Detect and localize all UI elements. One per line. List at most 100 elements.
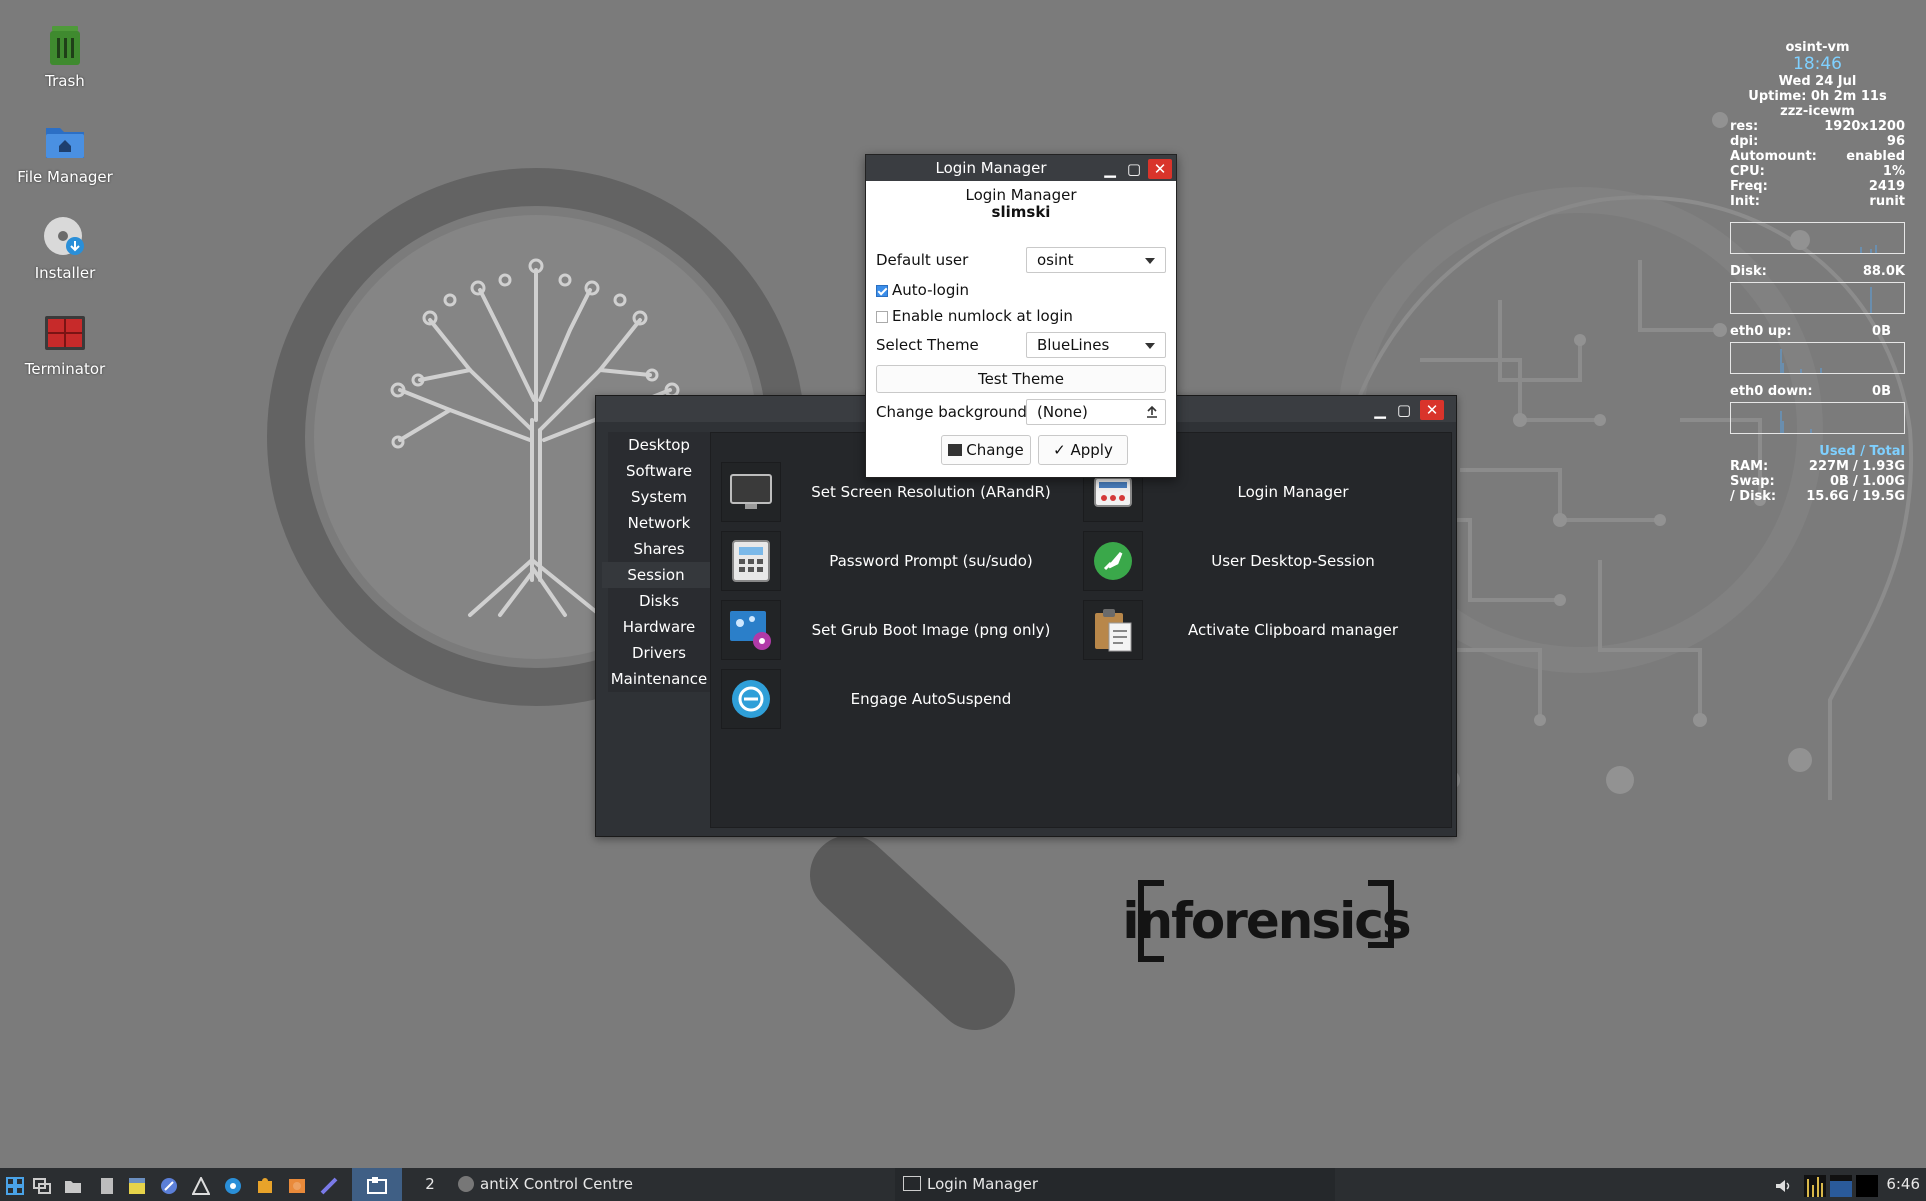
browser-icon[interactable] — [160, 1177, 178, 1195]
sidebar-item-disks[interactable]: Disks — [608, 588, 710, 614]
item-password-prompt[interactable]: Password Prompt (su/sudo) — [721, 530, 1081, 592]
conky-stat: Init: runit — [1730, 194, 1905, 209]
theme-row: Select Theme BlueLines — [876, 332, 1166, 358]
image-viewer-icon[interactable] — [288, 1177, 306, 1195]
autologin-checkbox[interactable]: Auto-login — [876, 281, 1166, 299]
desktop-icon-installer[interactable]: Installer — [8, 214, 122, 282]
chevron-down-icon — [1145, 258, 1155, 264]
conky-wm: zzz-icewm — [1780, 104, 1855, 119]
login-manager-dialog: Login Manager ▁ ▢ ✕ Login Manager slimsk… — [865, 154, 1177, 478]
clipboard-icon — [1083, 600, 1143, 660]
numlock-checkbox[interactable]: Enable numlock at login — [876, 307, 1166, 325]
eth-down-graph — [1730, 402, 1905, 434]
desktop-icon-terminator[interactable]: Terminator — [8, 310, 122, 378]
checkbox-checked-icon[interactable] — [876, 285, 888, 297]
conky-time: 18:46 — [1793, 54, 1842, 74]
sidebar-item-network[interactable]: Network — [608, 510, 710, 536]
item-user-desktop-session[interactable]: User Desktop-Session — [1083, 530, 1443, 592]
background-file-chooser[interactable]: (None) — [1026, 399, 1166, 425]
dialog-title: Login Manager — [935, 159, 1047, 177]
suspend-icon — [721, 669, 781, 729]
close-button[interactable]: ✕ — [1148, 159, 1172, 179]
file-manager-icon[interactable] — [64, 1177, 82, 1195]
search-tool-icon[interactable] — [224, 1177, 242, 1195]
sidebar-item-desktop[interactable]: Desktop — [608, 432, 710, 458]
background-row: Change background (None) — [876, 399, 1166, 425]
sidebar-item-software[interactable]: Software — [608, 458, 710, 484]
system-monitor-widget: osint-vm 18:46 Wed 24 Jul Uptime: 0h 2m … — [1730, 40, 1905, 504]
autologin-label: Auto-login — [892, 281, 970, 299]
desktop-icon-file-manager[interactable]: File Manager — [8, 118, 122, 186]
inforensics-logo: inforensics — [1122, 880, 1412, 962]
puzzle-icon[interactable] — [256, 1177, 274, 1195]
background-label: Change background — [876, 403, 1027, 421]
task-login-manager[interactable]: Login Manager — [895, 1168, 1335, 1201]
grub-image-icon — [721, 600, 781, 660]
minimize-button[interactable]: ▁ — [1368, 400, 1392, 420]
sidebar-item-drivers[interactable]: Drivers — [608, 640, 710, 666]
close-button[interactable]: ✕ — [1420, 400, 1444, 420]
item-label: Engage AutoSuspend — [850, 690, 1012, 708]
window-icon — [948, 444, 963, 456]
conky-eth-up: eth0 up: 0B — [1730, 324, 1891, 339]
maximize-button[interactable]: ▢ — [1392, 400, 1416, 420]
show-windows-icon[interactable] — [33, 1177, 51, 1195]
item-clipboard-manager[interactable]: Activate Clipboard manager — [1083, 599, 1443, 661]
conky-mem-row: / Disk: 15.6G/ 19.5G — [1730, 489, 1905, 504]
chevron-down-icon — [1145, 343, 1155, 349]
control-centre-content: Set Screen Resolution (ARandR) Password … — [710, 432, 1452, 828]
default-user-dropdown[interactable]: osint — [1026, 247, 1166, 273]
sidebar-item-shares[interactable]: Shares — [608, 536, 710, 562]
minimize-button[interactable]: ▁ — [1098, 159, 1122, 179]
login-manager-titlebar[interactable]: Login Manager ▁ ▢ ✕ — [866, 155, 1176, 181]
sidebar-item-maintenance[interactable]: Maintenance — [608, 666, 710, 692]
numlock-label: Enable numlock at login — [892, 307, 1073, 325]
item-grub-boot-image[interactable]: Set Grub Boot Image (png only) — [721, 599, 1081, 661]
item-label: User Desktop-Session — [1211, 552, 1375, 570]
cpu-graph — [1730, 222, 1905, 254]
check-icon: ✓ — [1053, 441, 1066, 459]
app-menu-icon[interactable] — [6, 1177, 24, 1195]
conky-mem-header: Used / Total — [1819, 444, 1905, 459]
memory-monitor-icon — [1830, 1175, 1852, 1197]
taskbar-clock[interactable]: 6:46 — [1884, 1168, 1920, 1201]
workspace-1[interactable] — [352, 1168, 402, 1201]
notes-icon[interactable] — [128, 1177, 146, 1195]
dialog-header: Login Manager slimski — [866, 187, 1176, 221]
taskbar: 2 antiX Control Centre Login Manager 6:4… — [0, 1168, 1926, 1201]
theme-dropdown[interactable]: BlueLines — [1026, 332, 1166, 358]
upload-icon — [1147, 405, 1157, 418]
checkbox-unchecked-icon[interactable] — [876, 311, 888, 323]
conky-stat: CPU: 1% — [1730, 164, 1905, 179]
default-user-row: Default user osint — [876, 247, 1166, 273]
desktop-icon-trash[interactable]: Trash — [8, 22, 122, 90]
sidebar-item-system[interactable]: System — [608, 484, 710, 510]
desktop-icon-label: File Manager — [17, 168, 113, 186]
desktop-icon-label: Installer — [34, 264, 96, 282]
network-tool-icon[interactable] — [192, 1177, 210, 1195]
apply-button[interactable]: ✓ Apply — [1038, 435, 1128, 465]
window-icon — [903, 1176, 921, 1191]
maximize-button[interactable]: ▢ — [1122, 159, 1146, 179]
installer-disc-icon — [42, 214, 88, 260]
theme-label: Select Theme — [876, 336, 979, 354]
task-control-centre[interactable]: antiX Control Centre — [458, 1168, 888, 1201]
monitor-icon — [721, 462, 781, 522]
tools-icon[interactable] — [320, 1177, 338, 1195]
sidebar-item-session[interactable]: Session — [602, 562, 710, 588]
volume-icon[interactable] — [1774, 1177, 1792, 1195]
cpu-monitor-icon — [1804, 1175, 1826, 1197]
change-button[interactable]: Change — [941, 435, 1031, 465]
sidebar-item-hardware[interactable]: Hardware — [608, 614, 710, 640]
conky-eth-down: eth0 down: 0B — [1730, 384, 1891, 399]
item-autosuspend[interactable]: Engage AutoSuspend — [721, 668, 1081, 730]
conky-hostname: osint-vm — [1785, 40, 1850, 55]
dialog-heading: Login Manager — [965, 186, 1077, 204]
desktop-icon-label: Terminator — [24, 360, 106, 378]
password-keypad-icon — [721, 531, 781, 591]
item-label: Activate Clipboard manager — [1187, 621, 1399, 639]
workspace-2[interactable]: 2 — [420, 1168, 440, 1201]
conky-uptime: Uptime: 0h 2m 11s — [1748, 89, 1887, 104]
test-theme-button[interactable]: Test Theme — [876, 365, 1166, 393]
text-editor-icon[interactable] — [98, 1177, 116, 1195]
